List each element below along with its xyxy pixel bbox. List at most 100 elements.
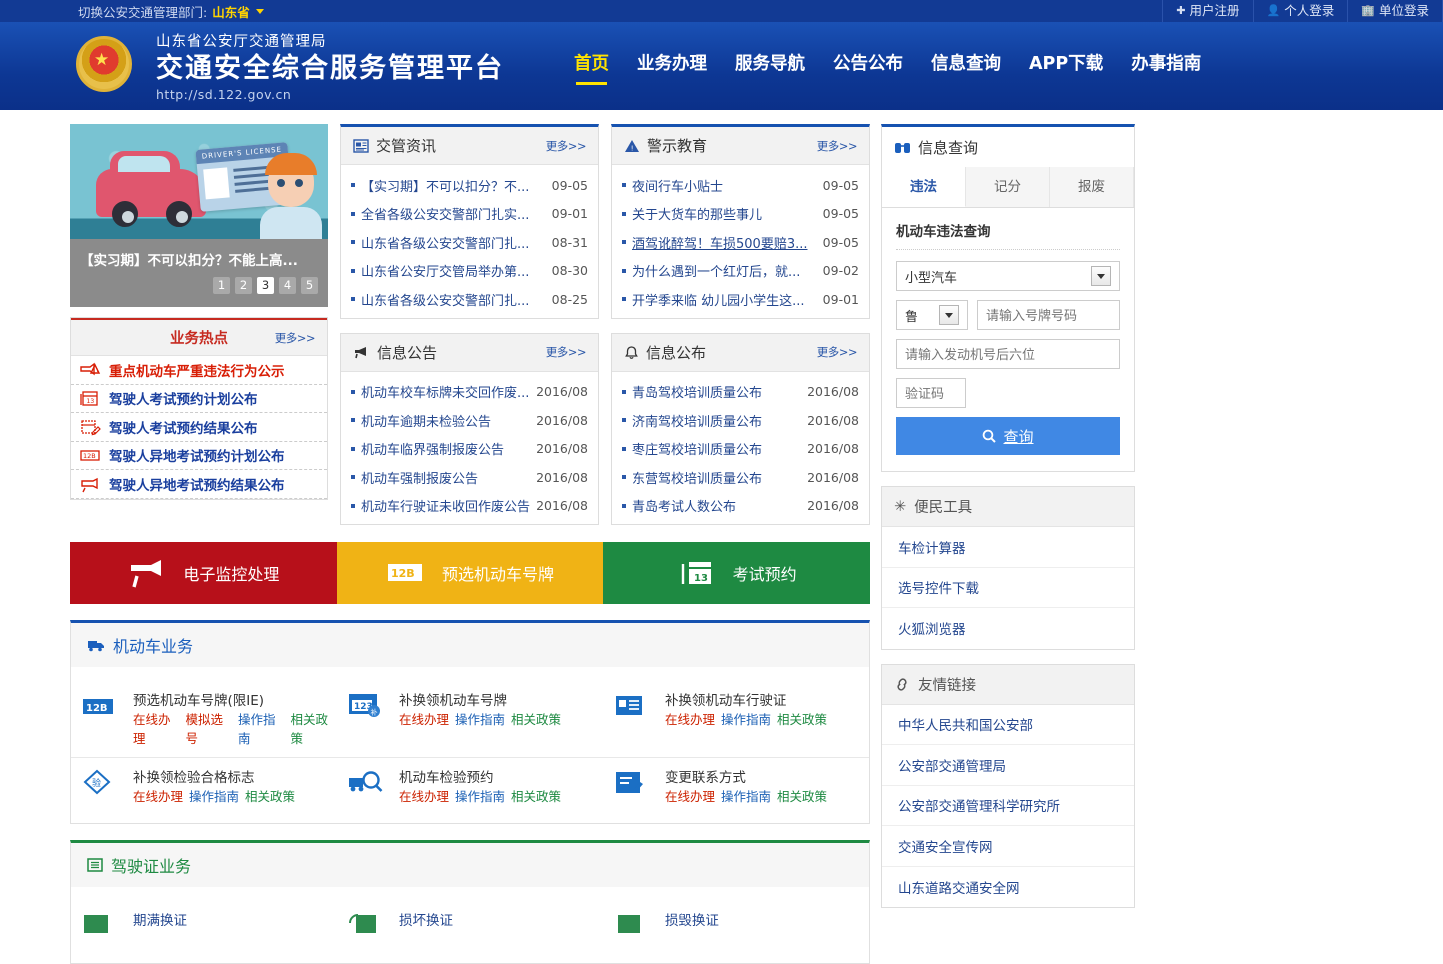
news-link[interactable]: 机动车临界强制报废公告 <box>361 439 530 458</box>
service-link-policy[interactable]: 相关政策 <box>511 786 561 805</box>
plate-input[interactable] <box>977 300 1120 330</box>
service-link-online[interactable]: 在线办理 <box>665 709 715 728</box>
list-item[interactable]: 12B 驾驶人异地考试预约计划公布 <box>71 442 327 470</box>
list-item[interactable]: 青岛驾校培训质量公布 2016/08 <box>622 378 859 407</box>
list-item[interactable]: 机动车逾期未检验公告 2016/08 <box>351 406 588 435</box>
banner-dot-4[interactable]: 4 <box>279 277 296 294</box>
tab-violation[interactable]: 违法 <box>882 167 966 207</box>
list-item[interactable]: 开学季来临 幼儿园小学生这... 09-01 <box>622 285 859 314</box>
list-item[interactable]: 车检计算器 <box>882 527 1134 568</box>
news-link[interactable]: 机动车强制报废公告 <box>361 468 530 487</box>
list-item[interactable]: 火狐浏览器 <box>882 608 1134 649</box>
service-plate-replace[interactable]: 123 补 补换领机动车号牌 在线办理 操作指南 相关政策 <box>337 681 603 757</box>
list-item[interactable]: 济南驾校培训质量公布 2016/08 <box>622 406 859 435</box>
friend-link[interactable]: 中华人民共和国公安部 <box>898 714 1033 734</box>
service-link-guide[interactable]: 操作指南 <box>721 709 771 728</box>
news-link[interactable]: 酒驾讹醉驾！车损500要赔3... <box>632 233 817 252</box>
promo-banner[interactable]: DRIVER'S LICENSE <box>70 124 328 239</box>
list-item[interactable]: 山东省各级公安交警部门扎... 08-31 <box>351 228 588 257</box>
banner-dot-5[interactable]: 5 <box>301 277 318 294</box>
personal-login-button[interactable]: 👤 个人登录 <box>1252 0 1348 22</box>
service-vehicle-inspect[interactable]: 机动车检验预约 在线办理 操作指南 相关政策 <box>337 758 603 815</box>
list-item[interactable]: 东营驾校培训质量公布 2016/08 <box>622 463 859 492</box>
captcha-input[interactable] <box>896 378 966 408</box>
banner-dot-3[interactable]: 3 <box>257 277 274 294</box>
list-item[interactable]: 青岛考试人数公布 2016/08 <box>622 492 859 521</box>
list-item[interactable]: 机动车校车标牌未交回作废... 2016/08 <box>351 378 588 407</box>
tool-link[interactable]: 车检计算器 <box>898 537 966 557</box>
news-link[interactable]: 【实习期】不可以扣分？不... <box>361 176 546 195</box>
news-link[interactable]: 山东省各级公安交警部门扎... <box>361 233 546 252</box>
friend-link[interactable]: 交通安全宣传网 <box>898 836 993 856</box>
news-link[interactable]: 青岛考试人数公布 <box>632 496 801 515</box>
query-submit-button[interactable]: 查询 <box>896 417 1120 455</box>
list-item[interactable]: 选号控件下载 <box>882 568 1134 608</box>
list-item[interactable]: ! 重点机动车严重违法行为公示 <box>71 356 327 385</box>
list-item[interactable]: 驾驶人异地考试预约结果公布 <box>71 470 327 499</box>
list-item[interactable]: 13 驾驶人考试预约计划公布 <box>71 385 327 413</box>
register-button[interactable]: ✚ 用户注册 <box>1162 0 1252 22</box>
service-link-guide[interactable]: 操作指南 <box>238 709 284 747</box>
service-link-policy[interactable]: 相关政策 <box>245 786 295 805</box>
service-link-simulate[interactable]: 模拟选号 <box>185 709 231 747</box>
nav-item-guide[interactable]: 办事指南 <box>1131 50 1201 83</box>
news-link[interactable]: 济南驾校培训质量公布 <box>632 411 801 430</box>
service-link-online[interactable]: 在线办理 <box>133 786 183 805</box>
action-plate-select[interactable]: 12B 预选机动车号牌 <box>336 542 604 604</box>
list-item[interactable]: 全省各级公安交警部门扎实... 09-01 <box>351 200 588 229</box>
news-link[interactable]: 东营驾校培训质量公布 <box>632 468 801 487</box>
banner-dot-1[interactable]: 1 <box>213 277 230 294</box>
news-more-link[interactable]: 更多>> <box>546 138 587 154</box>
list-item[interactable]: 交通安全宣传网 <box>882 826 1134 867</box>
list-item[interactable]: 山东省公安厅交管局举办第... 08-30 <box>351 257 588 286</box>
list-item[interactable]: 机动车临界强制报废公告 2016/08 <box>351 435 588 464</box>
news-link[interactable]: 机动车逾期未检验公告 <box>361 411 530 430</box>
department-switcher[interactable]: 切换公安交通管理部门: 山东省 <box>78 2 264 21</box>
hotspots-more-link[interactable]: 更多>> <box>275 330 316 346</box>
service-link-guide[interactable]: 操作指南 <box>721 786 771 805</box>
list-item[interactable]: 夜间行车小贴士 09-05 <box>622 171 859 200</box>
province-select[interactable]: 鲁 <box>896 300 968 330</box>
list-item[interactable]: 公安部交通管理科学研究所 <box>882 786 1134 826</box>
friend-link[interactable]: 公安部交通管理局 <box>898 755 1006 775</box>
org-login-button[interactable]: 🏢 单位登录 <box>1347 0 1443 22</box>
news-link[interactable]: 机动车行驶证未收回作废公告 <box>361 496 530 515</box>
nav-item-business[interactable]: 业务办理 <box>637 50 707 83</box>
service-link-policy[interactable]: 相关政策 <box>511 709 561 728</box>
hotspot-label[interactable]: 重点机动车严重违法行为公示 <box>109 360 285 380</box>
tab-scrap[interactable]: 报废 <box>1050 167 1134 207</box>
service-license-card[interactable]: 补换领机动车行驶证 在线办理 操作指南 相关政策 <box>603 681 869 757</box>
news-link[interactable]: 为什么遇到一个红灯后，就... <box>632 261 817 280</box>
tab-points[interactable]: 记分 <box>966 167 1050 207</box>
service-link-guide[interactable]: 操作指南 <box>455 786 505 805</box>
service-renew-license[interactable]: 期满换证 <box>71 901 337 955</box>
banner-dot-2[interactable]: 2 <box>235 277 252 294</box>
service-replace-license[interactable]: 损坏换证 <box>337 901 603 955</box>
service-inspection-badge[interactable]: 验 补换领检验合格标志 在线办理 操作指南 相关政策 <box>71 758 337 815</box>
news-link[interactable]: 山东省公安厅交管局举办第... <box>361 261 546 280</box>
news-link[interactable]: 山东省各级公安交警部门扎... <box>361 290 546 309</box>
list-item[interactable]: 酒驾讹醉驾！车损500要赔3... 09-05 <box>622 228 859 257</box>
hotspot-label[interactable]: 驾驶人异地考试预约计划公布 <box>109 445 285 465</box>
action-surveillance[interactable]: 电子监控处理 <box>70 542 337 604</box>
engine-number-input[interactable] <box>896 339 1120 369</box>
nav-item-services[interactable]: 服务导航 <box>735 50 805 83</box>
banner-caption[interactable]: 【实习期】不可以扣分？不能上高... <box>80 249 318 269</box>
news-link[interactable]: 夜间行车小贴士 <box>632 176 817 195</box>
nav-item-home[interactable]: 首页 <box>574 50 609 85</box>
service-link-online[interactable]: 在线办理 <box>133 709 179 747</box>
nav-item-announcements[interactable]: 公告公布 <box>833 50 903 83</box>
friend-link[interactable]: 山东道路交通安全网 <box>898 877 1020 897</box>
news-more-link[interactable]: 更多>> <box>817 138 858 154</box>
news-link[interactable]: 青岛驾校培训质量公布 <box>632 382 801 401</box>
list-item[interactable]: 【实习期】不可以扣分？不... 09-05 <box>351 171 588 200</box>
nav-item-app[interactable]: APP下载 <box>1029 50 1103 83</box>
list-item[interactable]: 机动车行驶证未收回作废公告 2016/08 <box>351 492 588 521</box>
list-item[interactable]: 山东省各级公安交警部门扎... 08-25 <box>351 285 588 314</box>
hotspot-label[interactable]: 驾驶人异地考试预约结果公布 <box>109 474 285 494</box>
service-plate-select[interactable]: 12B 预选机动车号牌(限IE) 在线办理 模拟选号 操作指南 相关政策 <box>71 681 337 757</box>
service-link-policy[interactable]: 相关政策 <box>290 709 336 747</box>
news-link[interactable]: 全省各级公安交警部门扎实... <box>361 204 546 223</box>
action-exam-booking[interactable]: 13 考试预约 <box>603 542 871 604</box>
service-link-online[interactable]: 在线办理 <box>399 709 449 728</box>
